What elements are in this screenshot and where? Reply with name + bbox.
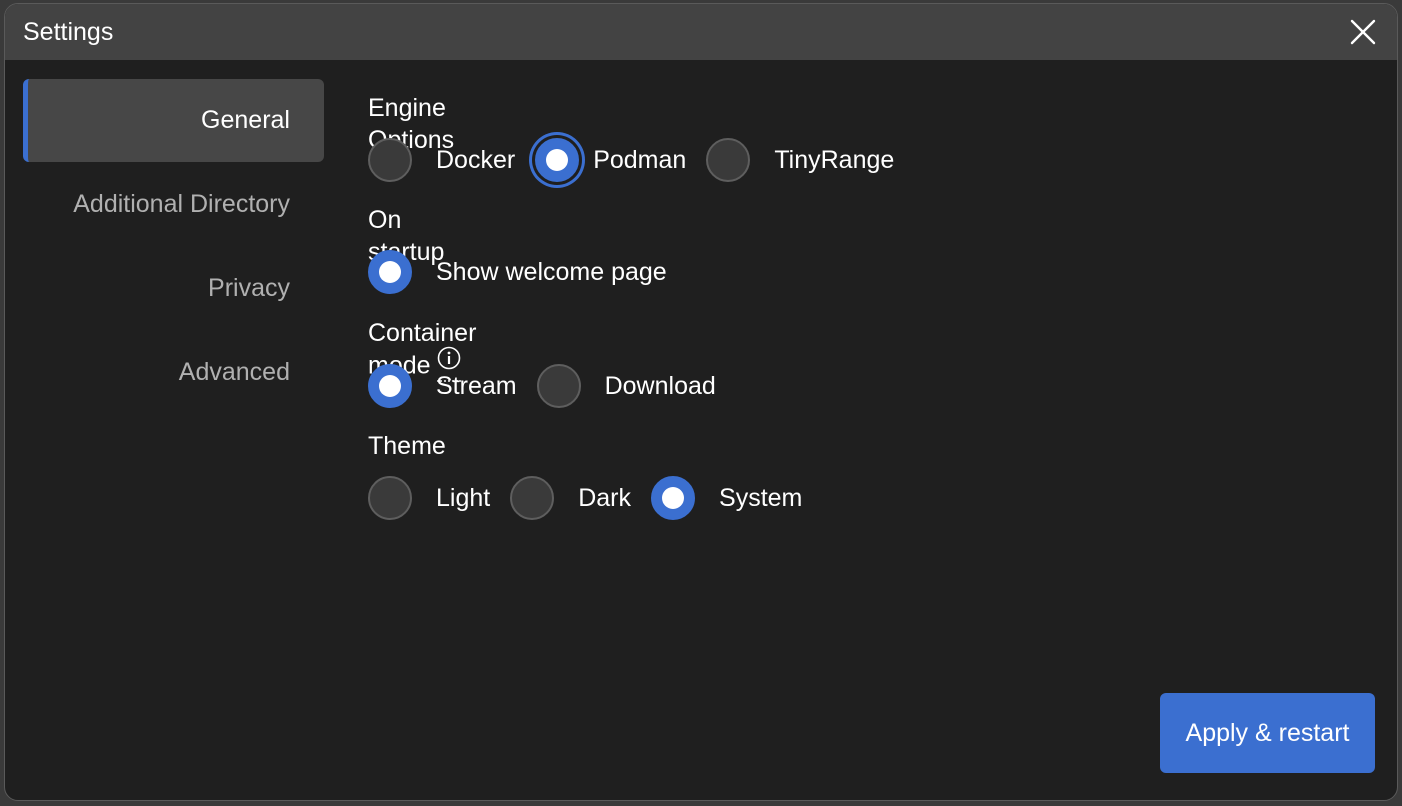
radio-light[interactable] xyxy=(368,476,412,520)
radio-label-system: System xyxy=(719,483,803,512)
close-icon xyxy=(1350,19,1376,45)
radio-show-welcome-page[interactable] xyxy=(368,250,412,294)
radio-label-dark: Dark xyxy=(578,483,632,512)
sidebar-item-privacy[interactable]: Privacy xyxy=(23,246,324,330)
sidebar-item-general[interactable]: General xyxy=(23,79,324,162)
container-mode-group: Stream Download xyxy=(368,364,736,408)
theme-option-dark[interactable]: Dark xyxy=(510,476,631,520)
radio-label-light: Light xyxy=(436,483,491,512)
engine-option-tinyrange[interactable]: TinyRange xyxy=(706,138,894,182)
radio-dark[interactable] xyxy=(510,476,555,520)
radio-label-show-welcome-page: Show welcome page xyxy=(436,257,667,286)
radio-system[interactable] xyxy=(651,476,696,520)
engine-options-label: Engine Options xyxy=(368,94,455,154)
dialog-title: Settings xyxy=(23,18,114,46)
close-button[interactable] xyxy=(1349,18,1377,46)
radio-podman[interactable] xyxy=(535,138,580,182)
theme-option-system[interactable]: System xyxy=(651,476,802,520)
radio-label-docker: Docker xyxy=(436,145,516,174)
engine-option-docker[interactable]: Docker xyxy=(368,138,515,182)
radio-download[interactable] xyxy=(536,364,581,408)
container-mode-option-stream[interactable]: Stream xyxy=(368,364,517,408)
title-bar: Settings xyxy=(5,4,1397,60)
engine-options-group: Docker Podman TinyRange xyxy=(368,138,914,182)
theme-label: Theme xyxy=(368,432,446,460)
radio-label-tinyrange: TinyRange xyxy=(774,145,895,174)
on-startup-group: Show welcome page xyxy=(368,250,687,294)
engine-option-podman[interactable]: Podman xyxy=(535,138,686,182)
settings-dialog: Settings General Additional Directory Pr… xyxy=(4,3,1398,801)
sidebar-item-additional-directory[interactable]: Additional Directory xyxy=(23,162,324,246)
container-mode-option-download[interactable]: Download xyxy=(536,364,716,408)
radio-stream[interactable] xyxy=(368,364,412,408)
theme-option-light[interactable]: Light xyxy=(368,476,490,520)
radio-label-download: Download xyxy=(604,371,716,400)
theme-group: Light Dark System xyxy=(368,476,822,520)
container-mode-label: Container mode xyxy=(368,317,476,382)
sidebar-item-advanced[interactable]: Advanced xyxy=(23,330,324,414)
radio-tinyrange[interactable] xyxy=(706,138,751,182)
apply-restart-button[interactable]: Apply & restart xyxy=(1160,693,1375,773)
radio-label-stream: Stream xyxy=(436,371,517,400)
startup-option-welcome[interactable]: Show welcome page xyxy=(368,250,667,294)
radio-docker[interactable] xyxy=(368,138,412,182)
settings-sidebar: General Additional Directory Privacy Adv… xyxy=(23,79,324,414)
on-startup-label: On startup xyxy=(368,206,445,266)
radio-label-podman: Podman xyxy=(593,145,687,174)
